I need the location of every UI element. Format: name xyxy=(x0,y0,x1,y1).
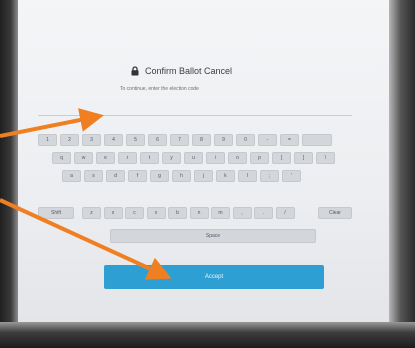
keyboard-key[interactable]: o xyxy=(228,152,247,164)
keyboard-key[interactable]: a xyxy=(62,170,81,182)
keyboard-key[interactable]: 5 xyxy=(126,134,145,146)
keyboard-key[interactable]: , xyxy=(232,207,252,219)
keyboard-key[interactable]: z xyxy=(82,207,101,219)
device-bezel-left xyxy=(0,0,18,348)
device-bezel-right xyxy=(389,0,415,348)
keyboard-key[interactable]: 1 xyxy=(38,134,57,146)
accept-button[interactable]: Accept xyxy=(104,265,324,289)
keyboard-key[interactable]: 8 xyxy=(192,134,211,146)
keyboard-key[interactable]: i xyxy=(206,152,225,164)
dialog-title: Confirm Ballot Cancel xyxy=(130,66,310,76)
keyboard-key[interactable]: - xyxy=(258,134,277,146)
device-bezel-bottom xyxy=(0,322,415,348)
keyboard-key[interactable]: 4 xyxy=(104,134,123,146)
keyboard-key[interactable]: r xyxy=(118,152,137,164)
keyboard-key[interactable]: ] xyxy=(294,152,313,164)
keyboard-key[interactable]: f xyxy=(128,170,147,182)
keyboard-key[interactable]: u xyxy=(184,152,203,164)
space-key[interactable]: Space xyxy=(110,229,316,243)
keyboard-key[interactable]: 3 xyxy=(82,134,101,146)
keyboard-key[interactable]: ' xyxy=(282,170,301,182)
keyboard-key[interactable]: s xyxy=(84,170,103,182)
keyboard-key[interactable]: 9 xyxy=(214,134,233,146)
keyboard-key[interactable]: 6 xyxy=(148,134,167,146)
dialog-subtitle: To continue, enter the election code xyxy=(120,86,199,92)
keyboard-key[interactable]: y xyxy=(162,152,181,164)
keyboard-key[interactable] xyxy=(302,134,332,146)
keyboard-key[interactable]: 7 xyxy=(170,134,189,146)
keyboard-key[interactable]: v xyxy=(146,207,166,219)
keyboard-key[interactable]: Clear xyxy=(318,207,352,219)
keyboard-key[interactable]: [ xyxy=(272,152,291,164)
keyboard-key[interactable]: c xyxy=(125,207,144,219)
keyboard-key[interactable]: m xyxy=(211,207,230,219)
election-code-input[interactable] xyxy=(38,107,352,116)
keyboard-key[interactable]: b xyxy=(168,207,187,219)
keyboard-key[interactable]: g xyxy=(150,170,169,182)
keyboard-key[interactable]: / xyxy=(275,207,295,219)
dialog-title-text: Confirm Ballot Cancel xyxy=(145,66,233,76)
keyboard-key[interactable]: n xyxy=(189,207,209,219)
keyboard-key[interactable]: l xyxy=(238,170,257,182)
keyboard-key[interactable]: x xyxy=(103,207,123,219)
keyboard-key[interactable]: t xyxy=(140,152,159,164)
keyboard-key[interactable]: w xyxy=(74,152,93,164)
keyboard-key[interactable]: e xyxy=(96,152,115,164)
keyboard-key[interactable]: k xyxy=(216,170,235,182)
keyboard-key[interactable]: 0 xyxy=(236,134,255,146)
keyboard-key[interactable]: q xyxy=(52,152,71,164)
keyboard-key[interactable]: . xyxy=(254,207,273,219)
keyboard-key[interactable]: \ xyxy=(316,152,335,164)
keyboard-key[interactable]: d xyxy=(106,170,125,182)
lock-icon xyxy=(131,66,139,76)
keyboard-key[interactable]: h xyxy=(172,170,191,182)
keyboard-key[interactable]: = xyxy=(280,134,299,146)
keyboard-key[interactable]: 2 xyxy=(60,134,79,146)
keyboard-key[interactable]: ; xyxy=(260,170,279,182)
keyboard-key[interactable]: Shift xyxy=(38,207,74,219)
keyboard-key[interactable]: p xyxy=(250,152,269,164)
keyboard-key[interactable]: j xyxy=(194,170,213,182)
